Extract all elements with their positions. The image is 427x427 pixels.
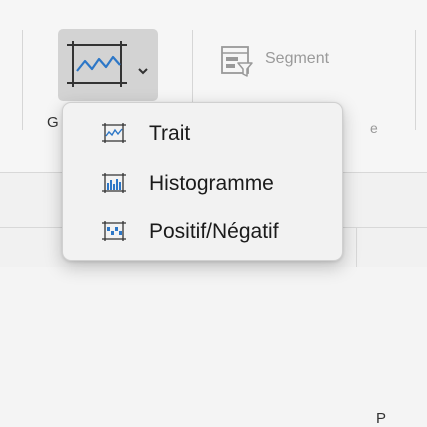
menu-item-label: Trait [149, 122, 191, 145]
ribbon-separator [415, 30, 416, 130]
line-sparkline-icon [65, 39, 129, 94]
sparkline-dropdown-button[interactable] [58, 29, 158, 101]
menu-item-win-loss[interactable]: Positif/Négatif [63, 211, 342, 251]
sparkline-type-menu: Trait Histogramme Positif/Négatif [62, 102, 343, 261]
menu-item-label: Positif/Négatif [149, 220, 279, 243]
sparkline-group-label: G [47, 114, 59, 131]
ribbon-group-label: e [370, 120, 378, 136]
sparkline-column-icon [101, 172, 127, 199]
sparkline-line-icon [101, 122, 127, 149]
ribbon-separator [22, 30, 23, 130]
menu-item-line[interactable]: Trait [63, 113, 342, 153]
column-header-label[interactable]: P [376, 410, 386, 427]
menu-item-label: Histogramme [149, 172, 274, 195]
segment-button-label[interactable]: Segment [265, 50, 329, 68]
sparkline-win-loss-icon [101, 220, 127, 247]
column-divider [356, 227, 357, 267]
menu-item-column[interactable]: Histogramme [63, 163, 342, 203]
chevron-down-icon [138, 62, 148, 80]
slicer-icon [220, 45, 254, 82]
